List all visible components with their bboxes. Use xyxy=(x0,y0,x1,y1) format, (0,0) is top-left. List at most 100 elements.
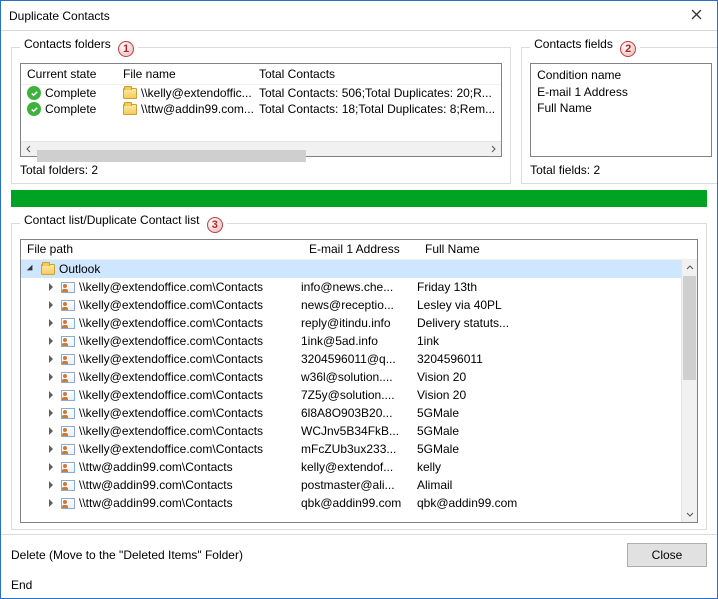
col-total-header[interactable]: Total Contacts xyxy=(259,67,495,81)
contact-icon xyxy=(61,372,75,383)
contact-list-header: File path E-mail 1 Address Full Name xyxy=(21,240,697,260)
path-cell: \\ttw@addin99.com\Contacts xyxy=(79,478,301,492)
footer: Delete (Move to the "Deleted Items" Fold… xyxy=(1,534,717,575)
list-vscrollbar[interactable] xyxy=(681,260,697,522)
folders-row[interactable]: Complete\\ttw@addin99.com...Total Contac… xyxy=(27,101,501,117)
path-cell: \\kelly@extendoffice.com\Contacts xyxy=(79,352,301,366)
chevron-right-icon[interactable] xyxy=(49,427,53,435)
contact-icon xyxy=(61,444,75,455)
folder-icon xyxy=(123,88,137,99)
email-cell: info@news.che... xyxy=(301,280,417,294)
contact-list[interactable]: File path E-mail 1 Address Full Name Out… xyxy=(20,239,698,523)
path-cell: \\kelly@extendoffice.com\Contacts xyxy=(79,442,301,456)
fields-item[interactable]: Full Name xyxy=(537,100,705,116)
chevron-right-icon[interactable] xyxy=(49,337,53,345)
contact-icon xyxy=(61,318,75,329)
name-cell: 5GMale xyxy=(417,406,697,420)
contacts-fields-legend: Contacts fields 2 xyxy=(530,37,640,57)
chevron-right-icon[interactable] xyxy=(49,355,53,363)
check-icon xyxy=(27,102,41,116)
contact-row[interactable]: \\kelly@extendoffice.com\Contacts7Z5y@so… xyxy=(21,386,697,404)
scroll-down-icon[interactable] xyxy=(682,506,697,522)
path-cell: \\kelly@extendoffice.com\Contacts xyxy=(79,316,301,330)
fields-list[interactable]: Condition name E-mail 1 AddressFull Name xyxy=(530,63,712,157)
scroll-up-icon[interactable] xyxy=(682,260,697,276)
vscroll-thumb[interactable] xyxy=(683,276,696,380)
contacts-fields-label: Contacts fields xyxy=(534,37,613,51)
contact-row[interactable]: \\kelly@extendoffice.com\ContactsWCJnv5B… xyxy=(21,422,697,440)
badge-2-icon: 2 xyxy=(620,41,636,57)
email-cell: mFcZUb3ux233... xyxy=(301,442,417,456)
chevron-right-icon[interactable] xyxy=(49,391,53,399)
fields-total: Total fields: 2 xyxy=(530,163,712,177)
badge-1-icon: 1 xyxy=(118,41,134,57)
contact-row[interactable]: \\kelly@extendoffice.com\ContactsmFcZUb3… xyxy=(21,440,697,458)
col-email-header[interactable]: E-mail 1 Address xyxy=(309,242,425,256)
contact-icon xyxy=(61,390,75,401)
fields-list-header[interactable]: Condition name xyxy=(537,67,705,83)
folders-hscrollbar[interactable] xyxy=(21,141,501,156)
chevron-right-icon[interactable] xyxy=(49,463,53,471)
fields-item[interactable]: E-mail 1 Address xyxy=(537,84,705,100)
file-text: \\ttw@addin99.com... xyxy=(141,102,254,116)
total-text: Total Contacts: 506;Total Duplicates: 20… xyxy=(259,86,492,100)
file-text: \\kelly@extendoffic... xyxy=(141,86,252,100)
path-cell: \\kelly@extendoffice.com\Contacts xyxy=(79,298,301,312)
col-path-header[interactable]: File path xyxy=(27,242,309,256)
chevron-right-icon[interactable] xyxy=(49,283,53,291)
close-icon xyxy=(691,9,702,23)
contact-row[interactable]: \\kelly@extendoffice.com\Contacts1ink@5a… xyxy=(21,332,697,350)
email-cell: 3204596011@q... xyxy=(301,352,417,366)
contact-row[interactable]: \\kelly@extendoffice.com\Contacts3204596… xyxy=(21,350,697,368)
path-cell: \\kelly@extendoffice.com\Contacts xyxy=(79,280,301,294)
contact-row[interactable]: \\ttw@addin99.com\Contactspostmaster@ali… xyxy=(21,476,697,494)
col-name-header[interactable]: Full Name xyxy=(425,242,697,256)
tree-root-label: Outlook xyxy=(59,262,341,276)
contact-icon xyxy=(61,300,75,311)
col-state-header[interactable]: Current state xyxy=(27,67,123,81)
contact-row[interactable]: \\kelly@extendoffice.com\Contacts6l8A8O9… xyxy=(21,404,697,422)
contact-row[interactable]: \\kelly@extendoffice.com\Contactsinfo@ne… xyxy=(21,278,697,296)
chevron-right-icon[interactable] xyxy=(49,445,53,453)
email-cell: kelly@extendof... xyxy=(301,460,417,474)
contact-icon xyxy=(61,354,75,365)
total-text: Total Contacts: 18;Total Duplicates: 8;R… xyxy=(259,102,495,116)
scroll-right-icon[interactable] xyxy=(485,142,501,156)
path-cell: \\kelly@extendoffice.com\Contacts xyxy=(79,334,301,348)
window-title: Duplicate Contacts xyxy=(9,9,675,23)
email-cell: reply@itindu.info xyxy=(301,316,417,330)
name-cell: kelly xyxy=(417,460,697,474)
contact-row[interactable]: \\ttw@addin99.com\Contactskelly@extendof… xyxy=(21,458,697,476)
close-button[interactable]: Close xyxy=(627,543,707,567)
hscroll-thumb[interactable] xyxy=(37,150,306,162)
contact-list-legend: Contact list/Duplicate Contact list 3 xyxy=(20,213,227,233)
contact-row[interactable]: \\kelly@extendoffice.com\Contactsreply@i… xyxy=(21,314,697,332)
email-cell: WCJnv5B34FkB... xyxy=(301,424,417,438)
name-cell: 3204596011 xyxy=(417,352,697,366)
chevron-right-icon[interactable] xyxy=(49,373,53,381)
chevron-right-icon[interactable] xyxy=(49,301,53,309)
contact-row[interactable]: \\kelly@extendoffice.com\Contactsw36l@so… xyxy=(21,368,697,386)
chevron-down-icon[interactable] xyxy=(27,265,35,273)
contact-row[interactable]: \\ttw@addin99.com\Contactsqbk@addin99.co… xyxy=(21,494,697,512)
col-file-header[interactable]: File name xyxy=(123,67,259,81)
path-cell: \\ttw@addin99.com\Contacts xyxy=(79,460,301,474)
folders-list[interactable]: Current state File name Total Contacts C… xyxy=(20,63,502,157)
contact-row[interactable]: \\kelly@extendoffice.com\Contactsnews@re… xyxy=(21,296,697,314)
tree-root-row[interactable]: Outlook xyxy=(21,260,697,278)
contacts-folders-legend: Contacts folders 1 xyxy=(20,37,138,57)
folders-row[interactable]: Complete\\kelly@extendoffic...Total Cont… xyxy=(27,85,501,101)
progress-bar xyxy=(11,190,707,207)
chevron-right-icon[interactable] xyxy=(49,499,53,507)
close-window-button[interactable] xyxy=(675,2,717,30)
name-cell: 1ink xyxy=(417,334,697,348)
contact-icon xyxy=(61,480,75,491)
chevron-right-icon[interactable] xyxy=(49,319,53,327)
chevron-right-icon[interactable] xyxy=(49,481,53,489)
titlebar: Duplicate Contacts xyxy=(1,1,717,31)
name-cell: Alimail xyxy=(417,478,697,492)
scroll-left-icon[interactable] xyxy=(21,142,37,156)
chevron-right-icon[interactable] xyxy=(49,409,53,417)
contacts-folders-label: Contacts folders xyxy=(24,37,111,51)
end-label: End xyxy=(1,575,717,598)
